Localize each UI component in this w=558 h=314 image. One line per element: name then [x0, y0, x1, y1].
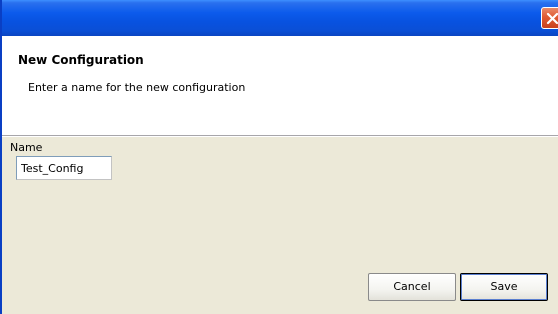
title-bar[interactable]: [2, 0, 558, 36]
name-input[interactable]: [16, 156, 112, 180]
save-button[interactable]: Save: [460, 273, 548, 301]
cancel-button[interactable]: Cancel: [368, 273, 456, 301]
close-icon: [546, 12, 558, 25]
name-label: Name: [10, 141, 43, 154]
dialog-title: New Configuration: [18, 53, 144, 67]
dialog-message: Enter a name for the new configuration: [28, 81, 246, 94]
close-button[interactable]: [541, 7, 558, 29]
header-divider-highlight: [2, 136, 558, 137]
dialog-window: New Configuration Enter a name for the n…: [0, 0, 558, 314]
